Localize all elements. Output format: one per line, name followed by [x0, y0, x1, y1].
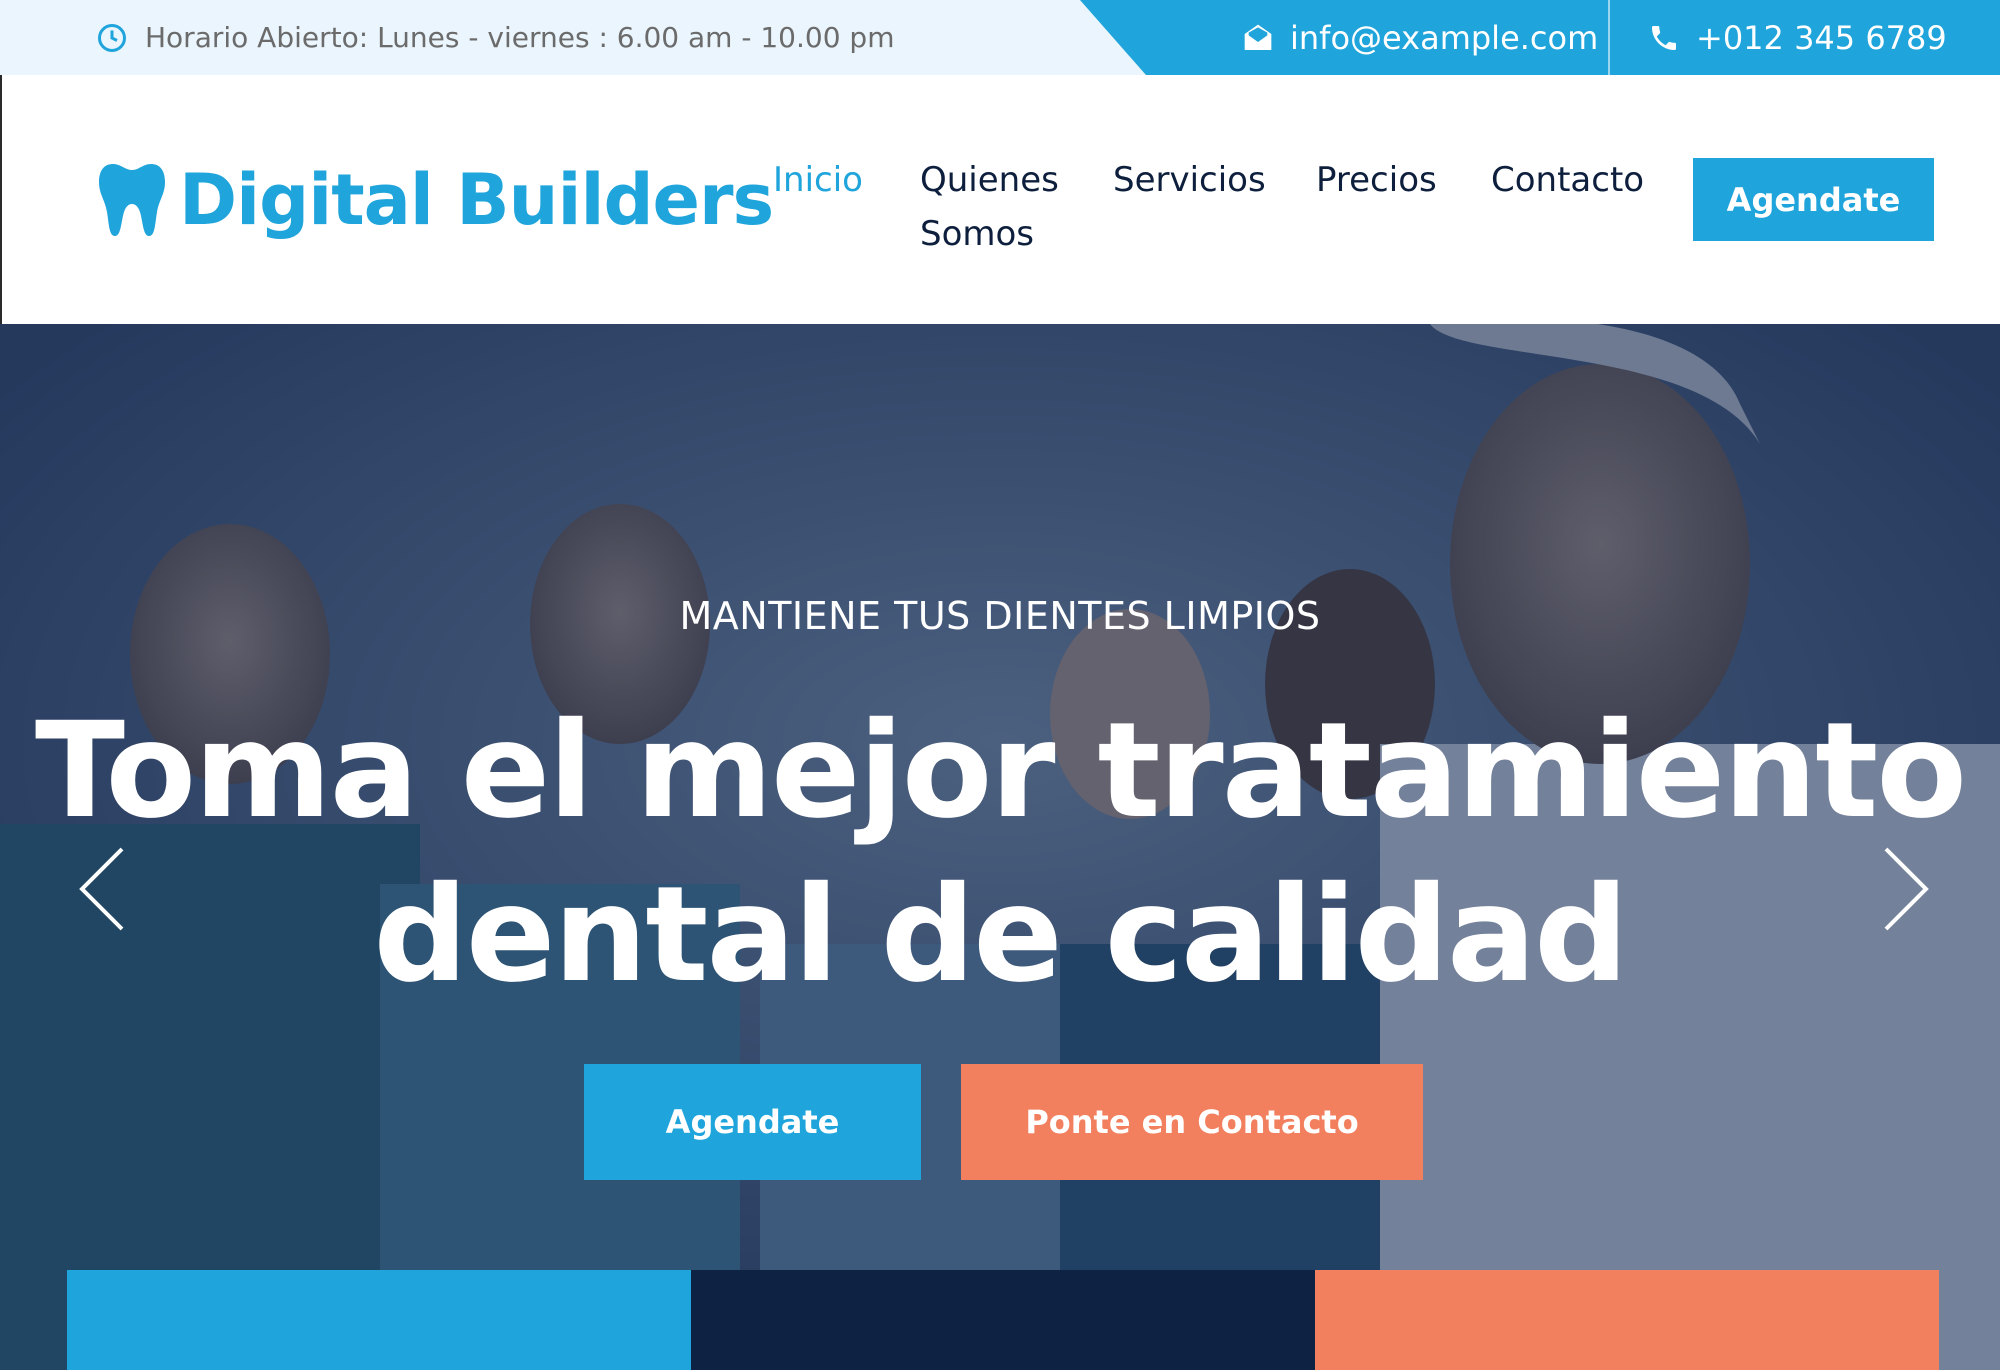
nav-item-label: Quienes: [920, 160, 1059, 200]
phone-icon: [1652, 25, 1676, 50]
feature-card-dark: [691, 1270, 1315, 1370]
chevron-left-icon: [79, 847, 124, 931]
brand-name: Digital Builders: [179, 159, 774, 241]
nav-item-label-line2: Somos: [920, 214, 1035, 254]
brand-logo[interactable]: Digital Builders: [99, 159, 774, 241]
hero-title-line1: Toma el mejor tratamiento: [34, 694, 1967, 848]
nav-item-inicio[interactable]: Inicio: [773, 153, 863, 207]
phone-text: +012 345 6789: [1696, 18, 1947, 57]
contact-hero-button[interactable]: Ponte en Contacto: [961, 1064, 1423, 1180]
hero-subtitle: MANTIENE TUS DIENTES LIMPIOS: [679, 594, 1321, 638]
clock-icon: [98, 23, 126, 52]
chevron-right-icon: [1884, 847, 1929, 931]
agendate-hero-button[interactable]: Agendate: [584, 1064, 921, 1180]
phone-link[interactable]: +012 345 6789: [1648, 0, 1947, 75]
nav-item-servicios[interactable]: Servicios: [1113, 153, 1266, 207]
feature-card-orange: [1315, 1270, 1939, 1370]
nav-item-label: Precios: [1316, 160, 1437, 200]
hero-slider: MANTIENE TUS DIENTES LIMPIOS Toma el mej…: [0, 324, 2000, 1370]
tooth-icon: [99, 164, 165, 236]
opening-hours-text: Horario Abierto: Lunes - viernes : 6.00 …: [145, 21, 895, 54]
agendate-nav-button[interactable]: Agendate: [1693, 158, 1934, 241]
hero-title: Toma el mejor tratamiento dental de cali…: [0, 689, 2000, 1017]
contact-bar: info@example.com +012 345 6789: [1080, 0, 2000, 75]
hero-title-line2: dental de calidad: [373, 858, 1628, 1012]
nav-item-label: Contacto: [1491, 160, 1645, 200]
main-navbar: Digital Builders Inicio Quienes Somos Se…: [0, 75, 2000, 324]
nav-item-label: Servicios: [1113, 160, 1266, 200]
email-text: info@example.com: [1290, 18, 1599, 57]
email-link[interactable]: info@example.com: [1242, 0, 1598, 75]
envelope-open-icon: [1244, 24, 1272, 50]
nav-item-label: Inicio: [773, 160, 863, 200]
nav-item-precios[interactable]: Precios: [1316, 153, 1437, 207]
top-info-bar: Horario Abierto: Lunes - viernes : 6.00 …: [0, 0, 2000, 75]
nav-item-contacto[interactable]: Contacto: [1491, 153, 1644, 207]
opening-hours: Horario Abierto: Lunes - viernes : 6.00 …: [97, 0, 894, 75]
slider-next-button[interactable]: [1876, 844, 1936, 934]
slider-prev-button[interactable]: [72, 844, 132, 934]
nav-item-quienes-somos[interactable]: Quienes Somos: [920, 153, 1059, 261]
contact-divider: [1608, 0, 1610, 75]
feature-card-blue: [67, 1270, 691, 1370]
